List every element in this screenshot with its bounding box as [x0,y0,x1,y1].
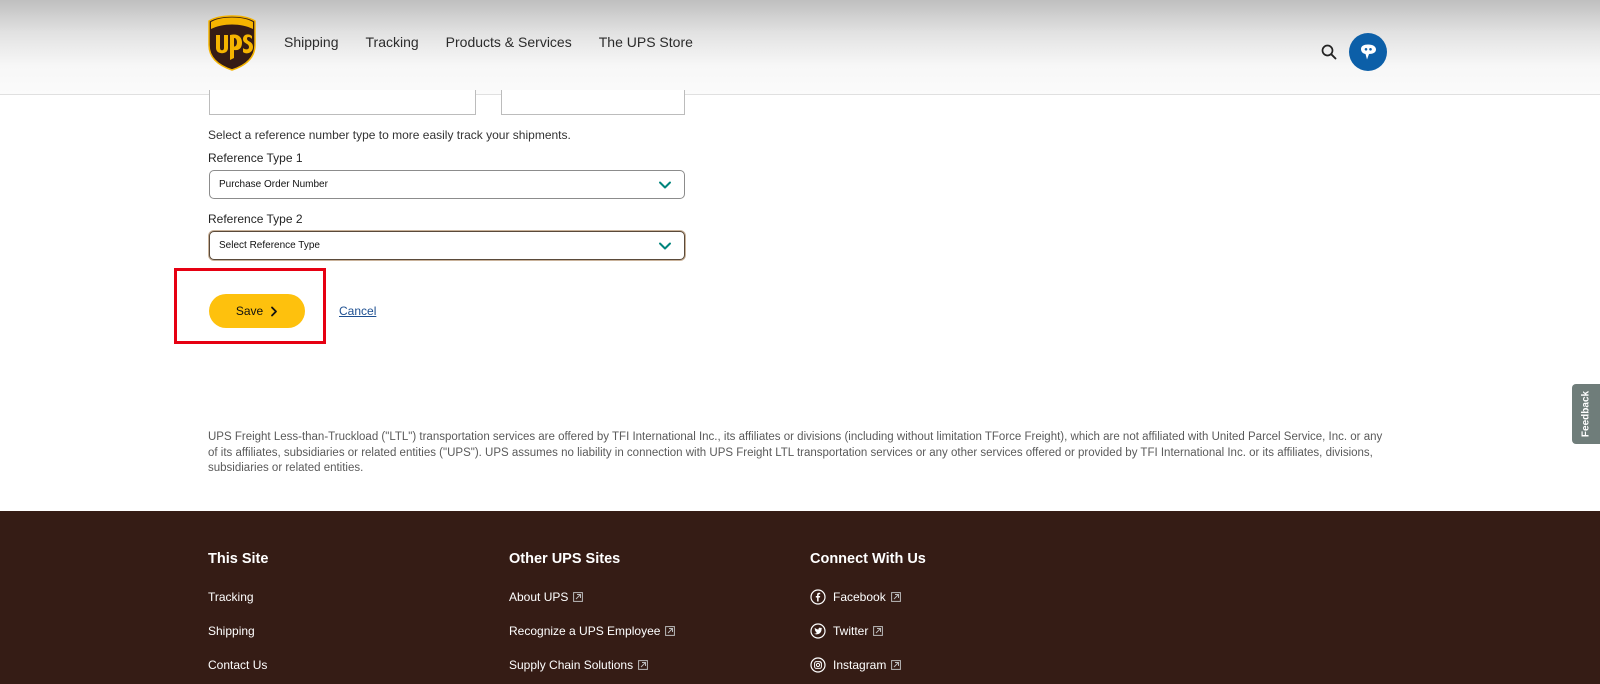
nav-ups-store[interactable]: The UPS Store [599,34,693,50]
search-icon[interactable] [1320,43,1338,61]
external-link-icon [873,625,884,636]
footer-this-site-title: This Site [208,551,269,567]
nav-tracking[interactable]: Tracking [366,34,419,50]
twitter-icon [810,622,826,639]
site-footer: This Site Tracking Shipping Contact Us O… [0,511,1600,684]
reference-type-1-value: Purchase Order Number [219,179,328,190]
postal-field-partial[interactable] [501,90,685,115]
chevron-down-icon [659,181,671,189]
external-link-icon [890,591,901,602]
reference-type-1-select[interactable]: Purchase Order Number [209,170,685,199]
footer-link-supply-chain[interactable]: Supply Chain Solutions [509,657,675,672]
footer-link-label: Tracking [208,589,254,604]
footer-connect: Connect With Us Facebook Twitter Instagr… [810,551,926,684]
footer-link-tracking[interactable]: Tracking [208,589,268,604]
footer-link-label: Twitter [833,623,869,638]
chevron-down-icon [659,242,671,250]
footer-other-sites: Other UPS Sites About UPS Recognize a UP… [509,551,676,684]
reference-helper-text: Select a reference number type to more e… [208,128,571,142]
address-field-partial[interactable] [209,90,476,115]
instagram-icon [810,656,826,673]
reference-type-2-label: Reference Type 2 [208,212,303,226]
main-nav: Shipping Tracking Products & Services Th… [284,34,720,50]
footer-link-about-ups[interactable]: About UPS [509,589,675,604]
footer-link-label: Contact Us [208,657,268,672]
feedback-label: Feedback [1580,390,1592,438]
external-link-icon [891,659,902,670]
save-button[interactable]: Save [209,294,305,328]
footer-link-contact-us[interactable]: Contact Us [208,657,268,672]
reference-type-2-select[interactable]: Select Reference Type [209,231,685,260]
footer-link-label: Recognize a UPS Employee [509,623,661,638]
reference-type-1-label: Reference Type 1 [208,151,303,165]
footer-link-label: Shipping [208,623,255,638]
footer-link-label: Supply Chain Solutions [509,657,634,672]
feedback-tab[interactable]: Feedback [1572,384,1600,444]
facebook-icon [810,588,826,605]
footer-other-sites-title: Other UPS Sites [509,551,621,567]
external-link-icon [665,625,676,636]
external-link-icon [573,591,584,602]
footer-connect-title: Connect With Us [810,551,926,567]
ltl-disclaimer: UPS Freight Less-than-Truckload ("LTL") … [208,431,1383,474]
footer-link-shipping[interactable]: Shipping [208,623,268,638]
external-link-icon [638,659,648,670]
footer-this-site: This Site Tracking Shipping Contact Us [208,551,268,684]
footer-link-recognize-employee[interactable]: Recognize a UPS Employee [509,623,676,638]
user-avatar[interactable] [1349,33,1387,71]
footer-link-label: Instagram [833,657,887,672]
footer-link-instagram[interactable]: Instagram [810,656,926,673]
chat-bubble-icon [1361,44,1376,60]
nav-products-services[interactable]: Products & Services [446,34,572,50]
ups-logo[interactable] [208,15,256,71]
chevron-right-icon [271,306,278,316]
footer-link-facebook[interactable]: Facebook [810,588,926,605]
footer-link-label: Facebook [833,589,886,604]
nav-shipping[interactable]: Shipping [284,34,339,50]
save-button-label: Save [235,304,264,318]
cancel-link[interactable]: Cancel [339,304,376,318]
footer-link-twitter[interactable]: Twitter [810,622,926,639]
reference-type-2-value: Select Reference Type [219,240,320,251]
site-header: Shipping Tracking Products & Services Th… [0,0,1600,95]
footer-link-label: About UPS [509,589,569,604]
